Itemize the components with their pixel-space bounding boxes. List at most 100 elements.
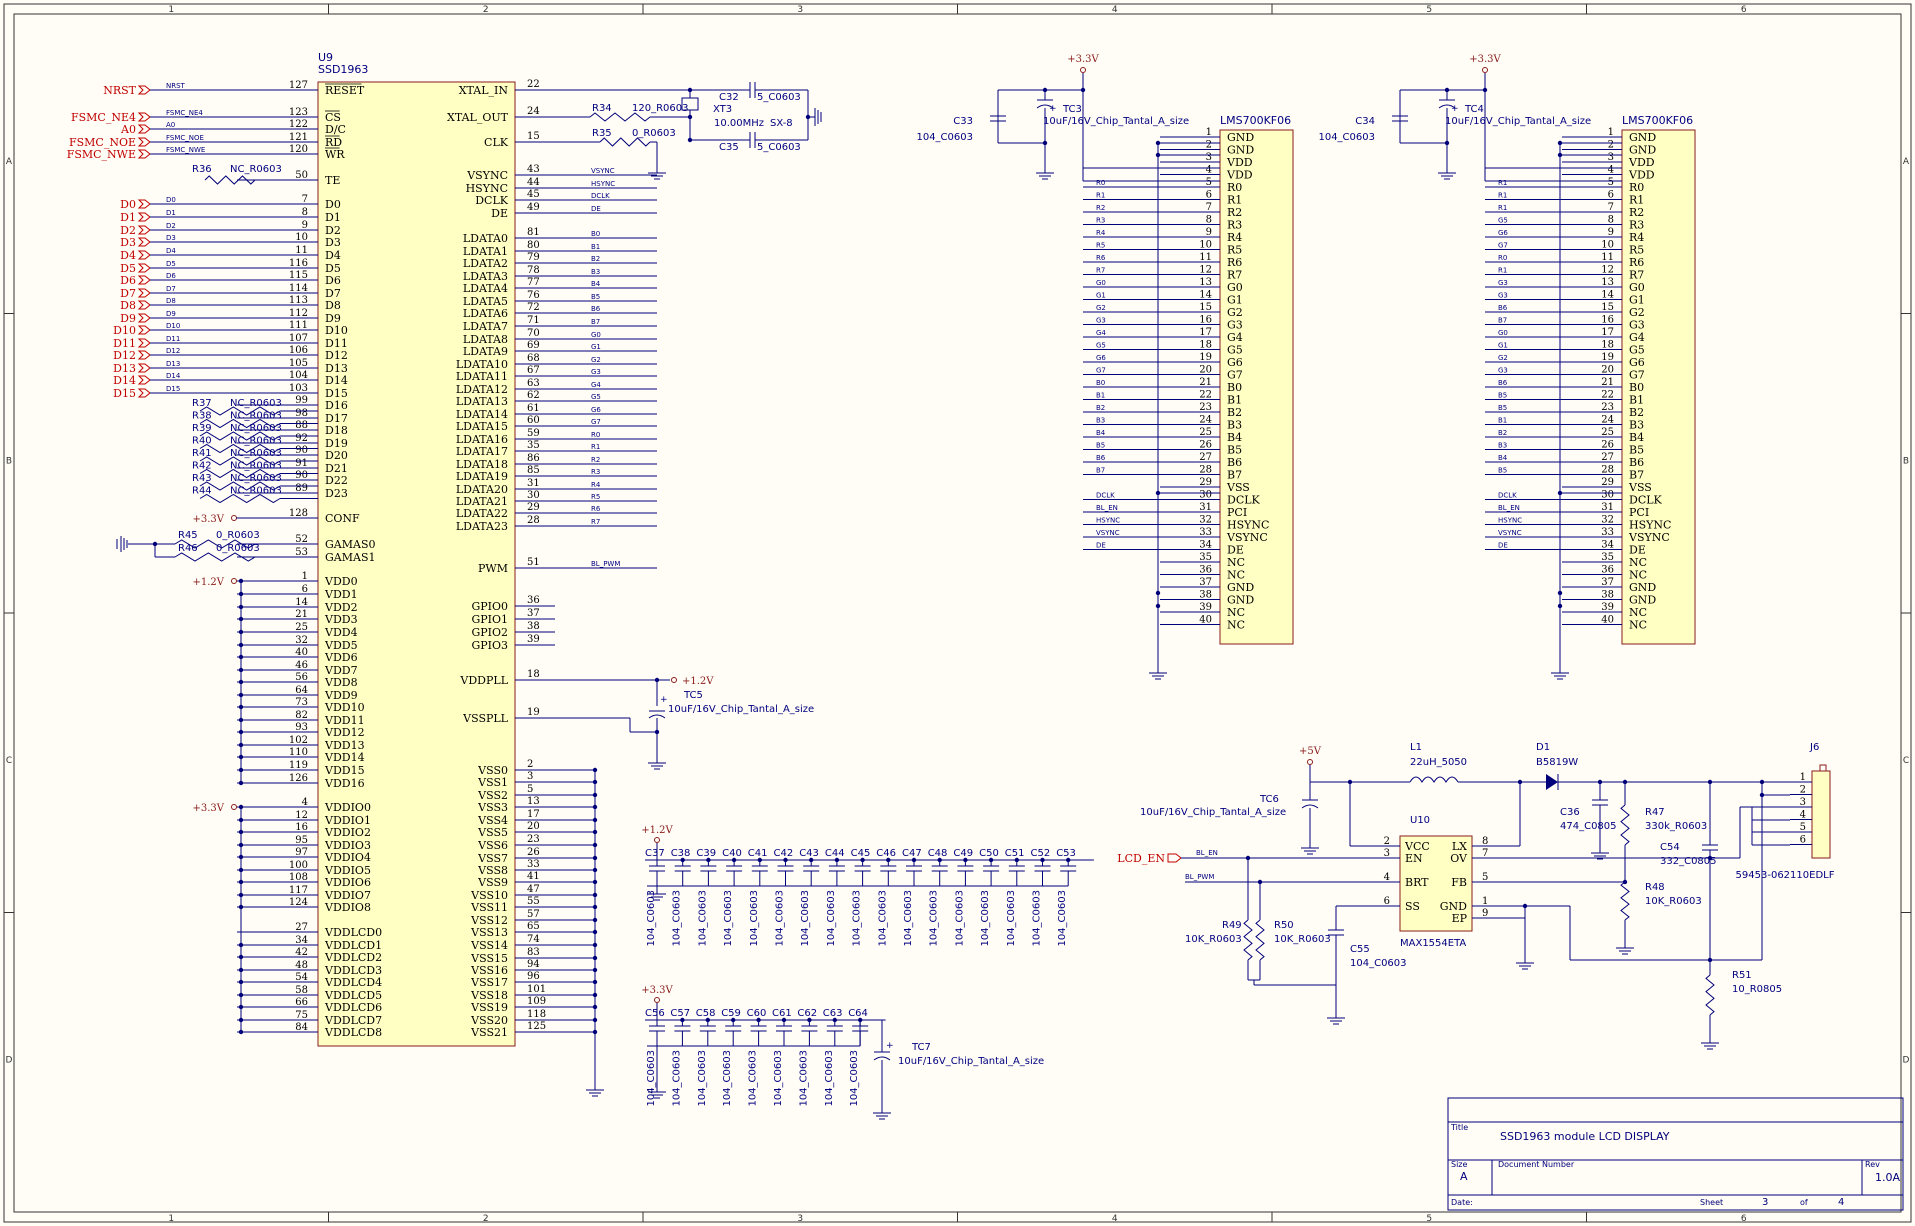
port-flag: [137, 112, 151, 122]
u9-pin-name: LDATA22: [456, 507, 508, 520]
lcd-pin-number: 30: [1199, 490, 1212, 501]
u9-pin-number: 93: [295, 722, 308, 733]
u9-pin-number: 110: [289, 747, 308, 758]
net-label: B2: [1096, 404, 1105, 412]
net-label: B5: [591, 293, 600, 301]
u9-pin-number: 65: [527, 921, 540, 932]
junction: [781, 1017, 787, 1023]
junction: [592, 1004, 598, 1010]
decoupling-cap-ref: C64: [848, 1008, 868, 1019]
u9-pin-number: 92: [295, 433, 308, 444]
lcd-pin-name: R0: [1629, 181, 1644, 194]
u9-pin-number: 119: [289, 760, 308, 771]
r50-ref: R50: [1274, 920, 1294, 931]
power-label: +3.3V: [192, 514, 224, 525]
net-label: D3: [166, 234, 176, 242]
port-flag: [137, 300, 151, 310]
junction: [152, 541, 158, 547]
lcd-pin-name: NC: [1227, 569, 1245, 582]
lcd-pin-name: R2: [1227, 206, 1242, 219]
net-label: B1: [591, 243, 600, 251]
net-label: R5: [1096, 242, 1105, 250]
junction: [592, 867, 598, 873]
u9-pin-number: 97: [295, 847, 308, 858]
cap-value: 104_C0603: [916, 132, 973, 143]
port-flag: [137, 363, 151, 373]
u10-pin-name: EN: [1405, 852, 1423, 865]
u9-pin-number: 43: [527, 164, 540, 175]
u9-pin-number: 90: [295, 445, 308, 456]
junction: [238, 654, 244, 660]
lcd-pin-name: VDD: [1628, 169, 1655, 182]
port-flag: [137, 149, 151, 159]
net-label: G1: [591, 343, 601, 351]
junction: [1155, 152, 1161, 158]
of-label: of: [1800, 1198, 1808, 1207]
net-label: B6: [591, 305, 601, 313]
power-port: [231, 578, 237, 584]
u9-pin-name: VDD4: [324, 626, 358, 639]
u9-pin-number: 86: [527, 453, 540, 464]
u9-pin-number: 33: [527, 859, 540, 870]
u9-pin-name: VDD15: [324, 764, 365, 777]
c55-ref: C55: [1350, 944, 1370, 955]
nc-resistor-ref: R38: [192, 411, 212, 422]
junction: [238, 954, 244, 960]
nc-resistor-ref: R40: [192, 436, 212, 447]
u9-pin-name: D8: [325, 299, 341, 312]
j6-pin-number: 4: [1800, 810, 1806, 821]
port-label: D1: [120, 211, 136, 224]
lcd-pin-number: 2: [1608, 140, 1614, 151]
lcd-pin-name: B0: [1629, 381, 1644, 394]
lcd-pin-name: DE: [1227, 544, 1244, 557]
junction: [680, 1017, 685, 1023]
u9-pin-number: 38: [527, 621, 540, 632]
u9-pin-number: 34: [295, 935, 308, 946]
u9-pin-name: VDDIO8: [324, 901, 371, 914]
frame-row-label: C: [1903, 756, 1909, 766]
r51-ref: R51: [1732, 970, 1752, 981]
u9-pin-number: 5: [527, 784, 533, 795]
net-label: B7: [1096, 467, 1105, 475]
u9-pin-name: CLK: [484, 136, 509, 149]
junction: [238, 578, 244, 584]
u9-pin-number: 62: [527, 390, 540, 401]
u9-pin-number: 76: [527, 290, 540, 301]
net-label: D15: [166, 385, 180, 393]
junction: [592, 779, 598, 785]
tantalum-plate: [1301, 804, 1319, 809]
lcd-pin-number: 5: [1206, 177, 1212, 188]
u9-pin-number: 94: [527, 959, 540, 970]
net-label: B5: [1498, 404, 1507, 412]
lcd-pin-number: 28: [1601, 465, 1614, 476]
lcd-pin-number: 34: [1199, 540, 1212, 551]
lcd-pin-name: VDD: [1628, 156, 1655, 169]
net-label: B0: [591, 230, 600, 238]
junction: [592, 792, 598, 798]
power-label: +5V: [1299, 746, 1322, 757]
l1-value: 22uH_5050: [1410, 757, 1467, 768]
u9-pin-number: 96: [527, 971, 540, 982]
lcd-pin-number: 34: [1601, 540, 1614, 551]
resistor: [1255, 919, 1265, 961]
lcd-pin-number: 24: [1601, 415, 1614, 426]
lcd-pin-name: HSYNC: [1629, 519, 1671, 532]
lcd-pin-name: R1: [1629, 194, 1644, 207]
net-label: R2: [591, 456, 600, 464]
u9-pin-name: D4: [325, 249, 341, 262]
lcd-pin-name: G1: [1629, 294, 1645, 307]
u9-pin-number: 44: [527, 177, 540, 188]
frame-col-label: 4: [1112, 5, 1118, 15]
junction: [238, 642, 244, 648]
net-label: B7: [591, 318, 600, 326]
j6-ref: J6: [1809, 742, 1819, 753]
nc-resistor-value: NC_R0603: [230, 411, 282, 422]
lcd-pin-number: 9: [1608, 227, 1614, 238]
u10-ref: U10: [1410, 815, 1430, 826]
lcd-pin-number: 20: [1199, 365, 1212, 376]
decoupling-cap-ref: C58: [696, 1008, 716, 1019]
lcd-pin-number: 6: [1608, 190, 1614, 201]
lcd-pin-name: B5: [1227, 444, 1242, 457]
u9-pin-name: LDATA19: [456, 470, 508, 483]
lcd-pin-number: 17: [1199, 327, 1212, 338]
